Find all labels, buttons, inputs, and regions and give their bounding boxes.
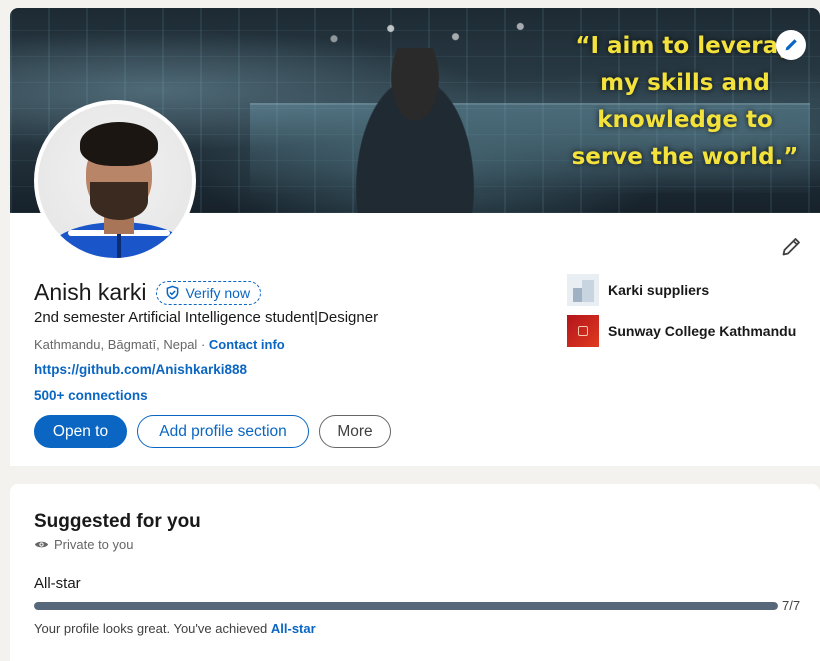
banner-quote-line: my skills and <box>600 70 770 96</box>
open-to-button[interactable]: Open to <box>34 415 127 448</box>
pencil-icon <box>782 238 800 256</box>
profile-actions: Open to Add profile section More <box>34 415 391 448</box>
edit-banner-button[interactable] <box>776 30 806 60</box>
more-button[interactable]: More <box>319 415 391 448</box>
message-text: Your profile looks great. You've achieve… <box>34 621 271 636</box>
profile-strength-label: All-star <box>34 575 81 592</box>
card-divider <box>10 466 820 484</box>
experience-label: Karki suppliers <box>608 282 710 298</box>
add-profile-section-button[interactable]: Add profile section <box>137 415 309 448</box>
contact-info-link[interactable]: Contact info <box>209 337 285 352</box>
profile-location: Kathmandu, Bāgmatī, Nepal <box>34 337 198 352</box>
profile-location-row: Kathmandu, Bāgmatī, Nepal · Contact info <box>34 337 285 352</box>
banner-quote-line: knowledge to <box>597 107 773 133</box>
connections-link[interactable]: 500+ connections <box>34 388 148 403</box>
profile-strength-count: 7/7 <box>782 598 801 613</box>
eye-icon <box>34 541 49 548</box>
avatar-hair <box>80 122 158 166</box>
all-star-link[interactable]: All-star <box>271 621 316 636</box>
profile-name: Anish karki <box>34 279 147 305</box>
suggested-card: Suggested for you Private to you All-sta… <box>10 484 820 661</box>
banner-person-silhouette <box>340 48 490 213</box>
name-row: Anish karki Verify now <box>34 279 262 306</box>
banner-quote-line: serve the world.” <box>571 144 799 170</box>
avatar-beard <box>90 182 148 220</box>
private-note: Private to you <box>34 537 134 552</box>
experience-item-karki-suppliers[interactable]: Karki suppliers <box>567 274 796 306</box>
verify-now-label: Verify now <box>185 284 251 301</box>
verify-now-button[interactable]: Verify now <box>156 280 262 305</box>
edit-intro-button[interactable] <box>780 236 802 263</box>
profile-headline: 2nd semester Artificial Intelligence stu… <box>34 309 379 326</box>
sunway-logo <box>567 315 599 347</box>
profile-strength-fill <box>34 602 778 610</box>
profile-strength-bar <box>34 602 778 610</box>
shield-check-icon <box>167 285 179 300</box>
profile-website-link[interactable]: https://github.com/Anishkarki888 <box>34 362 247 377</box>
location-separator: · <box>197 337 209 352</box>
suggested-title: Suggested for you <box>34 511 201 532</box>
profile-photo[interactable] <box>34 100 196 262</box>
experience-summary: Karki suppliers Sunway College Kathmandu <box>567 274 796 356</box>
experience-item-sunway-college[interactable]: Sunway College Kathmandu <box>567 315 796 347</box>
experience-label: Sunway College Kathmandu <box>608 323 797 339</box>
building-logo <box>567 274 599 306</box>
profile-card: “I aim to leverag my skills and knowledg… <box>10 8 820 466</box>
pencil-icon <box>785 39 797 51</box>
private-label: Private to you <box>54 537 134 552</box>
profile-strength-message: Your profile looks great. You've achieve… <box>34 621 316 636</box>
